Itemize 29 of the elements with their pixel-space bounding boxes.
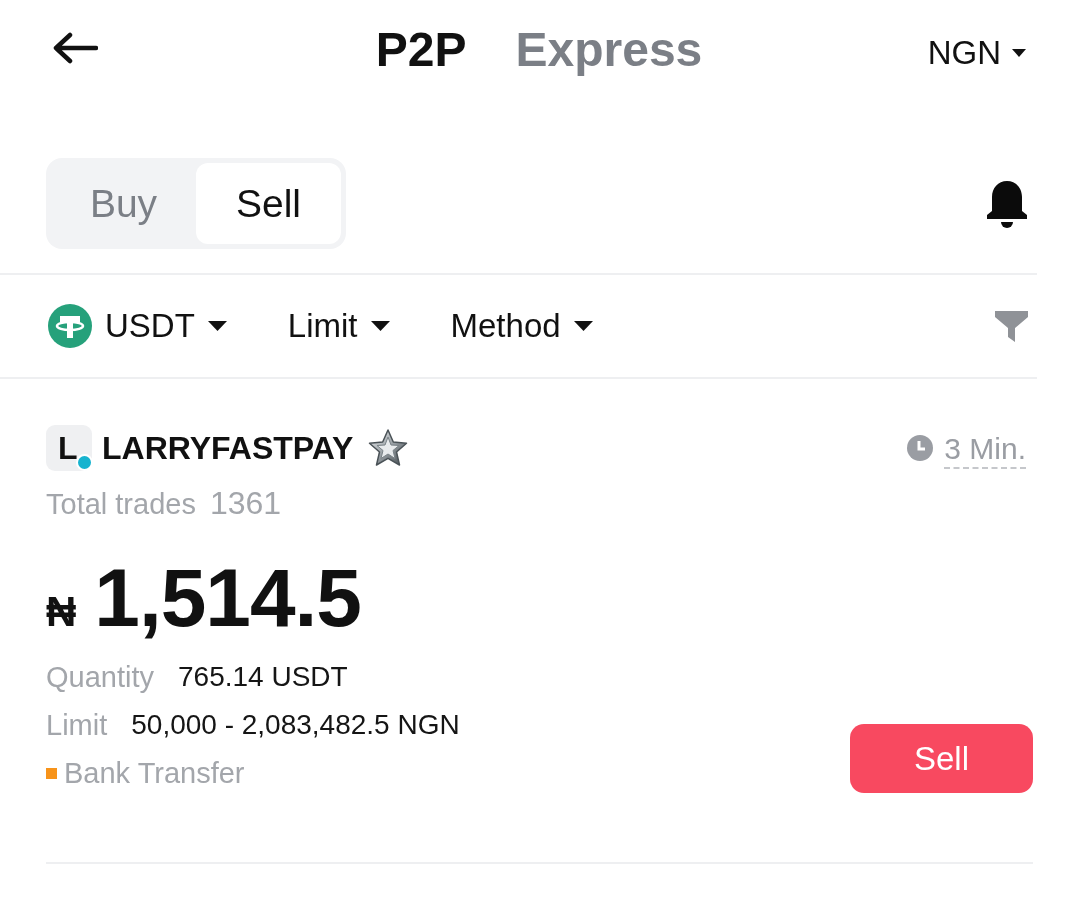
filter-dropdown[interactable]: Limit [287,306,390,346]
total-trades-label: Total trades [46,487,196,521]
clock-icon [907,435,934,461]
price: 1,514.5 [94,557,361,639]
detail-value: 50,000 - 2,083,482.5 NGN [131,709,460,741]
currency-symbol: ₦ [46,588,77,636]
caret-icon [370,321,390,331]
coin-icon [48,304,92,348]
mode-tab[interactable]: Express [515,22,703,78]
side-option[interactable]: Sell [196,163,341,244]
payment-method: Bank Transfer [64,756,245,790]
back-arrow-icon[interactable] [52,32,98,64]
star-badge-icon [368,429,409,467]
detail-label: Quantity [46,660,154,694]
caret-icon [1012,49,1026,57]
total-trades-value: 1361 [209,486,282,520]
filter-dropdown[interactable]: Method [450,306,593,346]
side-option[interactable]: Buy [51,163,196,244]
detail-value: 765.14 USDT [178,661,348,693]
mode-tab[interactable]: P2P [375,22,467,78]
merchant-name: LARRYFASTPAY [102,429,354,468]
bell-icon[interactable] [984,178,1030,229]
caret-icon [207,321,227,331]
filter-icon[interactable] [995,310,1028,342]
caret-icon [573,321,593,331]
detail-label: Limit [46,708,108,742]
currency-selector[interactable]: NGN [927,33,1026,73]
payment-time: 3 Min. [944,431,1026,469]
filter-dropdown[interactable]: USDT [48,304,227,348]
